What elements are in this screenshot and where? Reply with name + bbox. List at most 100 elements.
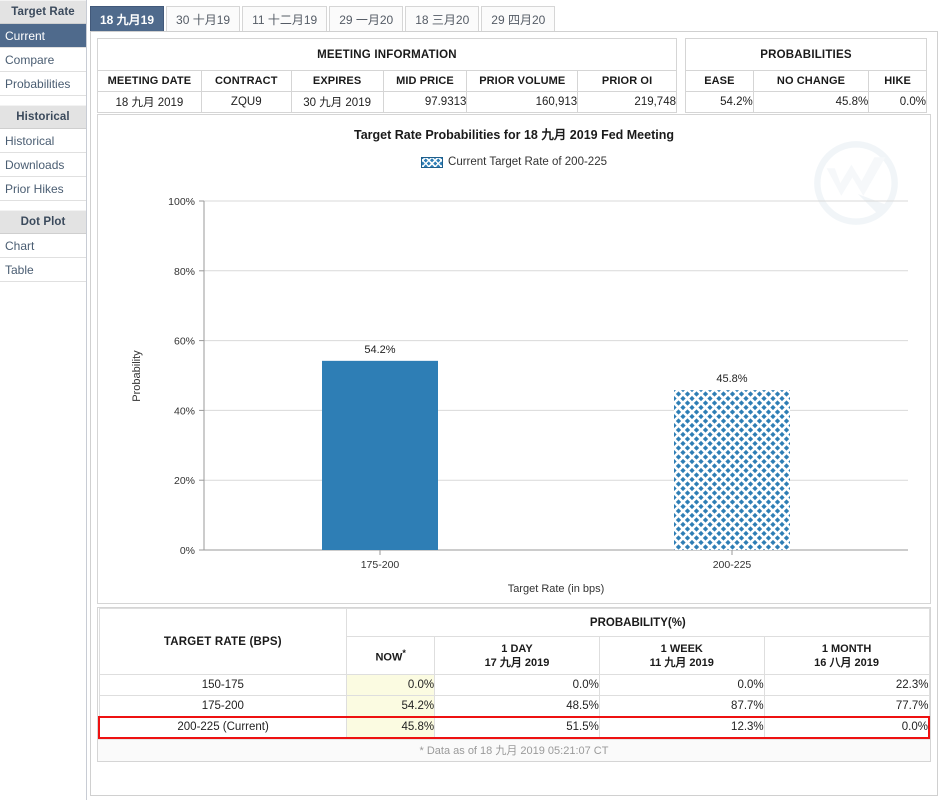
x-axis-title: Target Rate (in bps): [508, 583, 605, 595]
sidebar-item-compare[interactable]: Compare: [0, 48, 86, 72]
y-axis-tick-label: 100%: [168, 196, 195, 208]
tab-29-jan-20[interactable]: 29 一月20: [329, 6, 404, 32]
sidebar-group-header-dot-plot: Dot Plot: [0, 210, 86, 234]
chart-bar-value-label: 54.2%: [364, 344, 395, 356]
sidebar-item-prior-hikes[interactable]: Prior Hikes: [0, 177, 86, 201]
col-header-1-day-date: 17 九月 2019: [484, 656, 550, 669]
tab-29-apr-20[interactable]: 29 四月20: [481, 6, 556, 32]
sidebar-item-downloads[interactable]: Downloads: [0, 153, 86, 177]
cell-1-week: 87.7%: [598, 695, 765, 717]
tab-30-oct-19[interactable]: 30 十月19: [166, 6, 241, 32]
col-header-hike: HIKE: [868, 70, 927, 92]
data-timestamp-footnote: * Data as of 18 九月 2019 05:21:07 CT: [98, 738, 930, 761]
cell-no-change: 45.8%: [752, 91, 870, 113]
sidebar-item-label: Historical: [5, 133, 55, 148]
col-header-1-month-label: 1 MONTH: [821, 642, 872, 655]
sidebar-item-label: Prior Hikes: [5, 181, 64, 196]
y-axis-tick-label: 60%: [174, 336, 195, 348]
sidebar-group-header-historical: Historical: [0, 105, 86, 129]
meeting-information-table: MEETING INFORMATION MEETING DATE CONTRAC…: [97, 38, 677, 113]
y-axis-tick-label: 20%: [174, 475, 195, 487]
chart-bar: [674, 390, 790, 550]
probability-chart-panel: Target Rate Probabilities for 18 九月 2019…: [97, 114, 931, 604]
table-row: 150-175 0.0% 0.0% 0.0% 22.3%: [98, 674, 930, 696]
sidebar-item-label: Table: [5, 262, 34, 277]
sidebar-item-chart[interactable]: Chart: [0, 234, 86, 258]
col-header-ease: EASE: [685, 70, 754, 92]
cell-mid-price: 97.9313: [382, 91, 468, 113]
cell-1-month: 0.0%: [763, 715, 930, 739]
y-axis-tick-label: 40%: [174, 405, 195, 417]
cell-target-rate: 150-175: [98, 674, 348, 696]
cell-now: 0.0%: [346, 674, 436, 696]
sidebar-item-historical[interactable]: Historical: [0, 129, 86, 153]
sidebar-item-label: Current: [5, 28, 46, 43]
col-header-1-week-date: 11 九月 2019: [649, 656, 714, 669]
cell-now: 45.8%: [346, 715, 436, 739]
tab-18-mar-20[interactable]: 18 三月20: [405, 6, 480, 32]
col-header-meeting-date: MEETING DATE: [97, 70, 202, 92]
x-axis-tick-label: 175-200: [361, 559, 400, 571]
main-panel: MEETING INFORMATION MEETING DATE CONTRAC…: [90, 31, 938, 796]
col-header-1-day-label: 1 DAY: [501, 642, 533, 655]
cell-prior-volume: 160,913: [466, 91, 579, 113]
cell-hike: 0.0%: [868, 91, 927, 113]
col-header-1-day: 1 DAY 17 九月 2019: [434, 636, 600, 675]
table-row-current: 200-225 (Current) 45.8% 51.5% 12.3% 0.0%: [98, 715, 930, 739]
col-header-1-week: 1 WEEK 11 九月 2019: [598, 636, 765, 675]
sidebar-item-label: Compare: [5, 52, 55, 67]
col-header-no-change: NO CHANGE: [752, 70, 870, 92]
sidebar-item-label: Chart: [5, 238, 35, 253]
cell-ease: 54.2%: [685, 91, 754, 113]
cell-target-rate: 175-200: [98, 695, 348, 717]
tab-18-sep-19[interactable]: 18 九月19: [90, 6, 165, 32]
table-row: 18 九月 2019 ZQU9 30 九月 2019 97.9313 160,9…: [97, 91, 677, 113]
cell-1-month: 77.7%: [763, 695, 930, 717]
table-row: 175-200 54.2% 48.5% 87.7% 77.7%: [98, 695, 930, 717]
probabilities-caption: PROBABILITIES: [685, 38, 927, 71]
sidebar-item-probabilities[interactable]: Probabilities: [0, 72, 86, 96]
col-header-contract: CONTRACT: [200, 70, 292, 92]
meeting-information-caption: MEETING INFORMATION: [97, 38, 677, 71]
col-header-expires: EXPIRES: [290, 70, 384, 92]
sidebar-group-header-target-rate: Target Rate: [0, 0, 86, 24]
sidebar-item-current[interactable]: Current: [0, 24, 86, 48]
cell-1-day: 51.5%: [434, 715, 600, 739]
cell-prior-oi: 219,748: [577, 91, 677, 113]
probability-detail-panel: TARGET RATE (BPS) PROBABILITY(%) NOW* 1 …: [97, 607, 931, 762]
col-header-now-label: NOW: [375, 651, 403, 664]
col-header-mid-price: MID PRICE: [382, 70, 468, 92]
x-axis-tick-label: 200-225: [713, 559, 752, 571]
app-root: Target Rate Current Compare Probabilitie…: [0, 0, 940, 800]
col-header-1-month: 1 MONTH 16 八月 2019: [763, 636, 930, 675]
chart-plot: 0% 20% 40% 60% 80% 100% Probability 54.2% 175-20…: [131, 196, 908, 595]
sidebar-item-table[interactable]: Table: [0, 258, 86, 282]
col-header-probability-pct: PROBABILITY(%): [346, 608, 930, 637]
cell-1-week: 0.0%: [598, 674, 765, 696]
cell-target-rate: 200-225 (Current): [98, 715, 348, 739]
y-axis-tick-label: 0%: [180, 545, 195, 557]
cell-contract: ZQU9: [200, 91, 292, 113]
sidebar-spacer: [0, 201, 86, 210]
footnote-star: *: [402, 648, 406, 659]
cell-1-day: 48.5%: [434, 695, 600, 717]
probability-table: TARGET RATE (BPS) PROBABILITY(%) NOW* 1 …: [98, 608, 930, 739]
sidebar-item-label: Probabilities: [5, 76, 71, 91]
chart-bar: [322, 360, 438, 550]
col-header-1-month-date: 16 八月 2019: [814, 656, 879, 669]
tab-11-dec-19[interactable]: 11 十二月19: [242, 6, 328, 32]
sidebar-item-label: Downloads: [5, 157, 65, 172]
y-axis-title: Probability: [131, 350, 143, 402]
probabilities-summary-table: PROBABILITIES EASE NO CHANGE HIKE 54.2% …: [685, 38, 927, 113]
col-header-1-week-label: 1 WEEK: [660, 642, 703, 655]
cell-expires: 30 九月 2019: [290, 91, 384, 113]
y-axis-tick-label: 80%: [174, 266, 195, 278]
col-header-target-rate-bps: TARGET RATE (BPS): [98, 608, 348, 675]
meeting-tabs: 18 九月19 30 十月19 11 十二月19 29 一月20 18 三月20…: [90, 5, 557, 32]
cell-now: 54.2%: [346, 695, 436, 717]
cell-1-month: 22.3%: [763, 674, 930, 696]
chart-bar-value-label: 45.8%: [716, 373, 747, 385]
col-header-prior-oi: PRIOR OI: [577, 70, 677, 92]
sidebar-spacer: [0, 96, 86, 105]
cell-meeting-date: 18 九月 2019: [97, 91, 202, 113]
